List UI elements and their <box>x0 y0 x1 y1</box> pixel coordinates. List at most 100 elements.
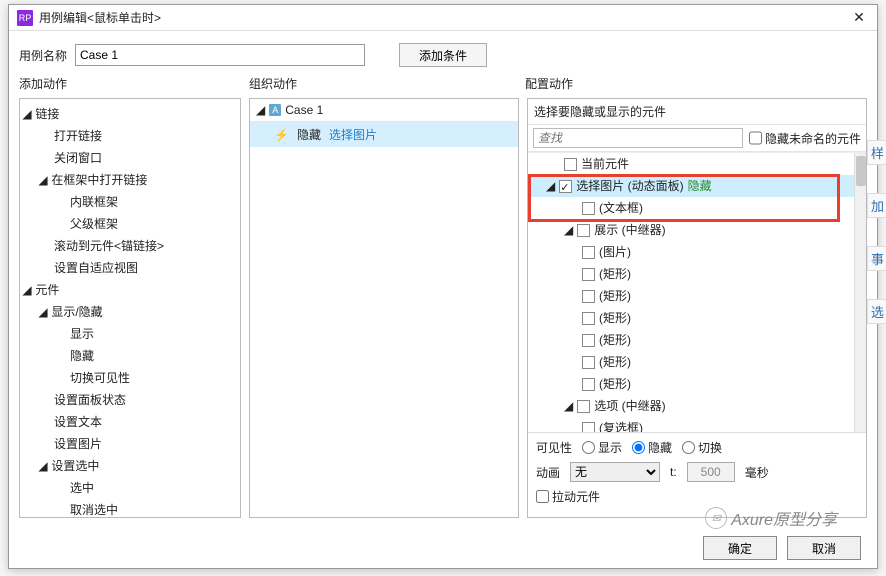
radio-toggle[interactable]: 切换 <box>682 439 722 456</box>
action-tree[interactable]: ◢ 链接 打开链接 关闭窗口 ◢ 在框架中打开链接 内联框架 父级框架 滚动到元… <box>20 99 240 518</box>
scrollbar[interactable] <box>854 153 866 432</box>
chevron-down-icon[interactable]: ◢ <box>22 103 32 125</box>
case-icon: A <box>269 104 281 116</box>
widget-row[interactable]: (矩形) <box>528 351 854 373</box>
tree-open-link[interactable]: 打开链接 <box>54 129 102 143</box>
tree-scroll-anchor[interactable]: 滚动到元件<锚链接> <box>54 239 164 253</box>
widget-checkbox[interactable] <box>582 356 595 369</box>
chevron-down-icon[interactable]: ◢ <box>38 301 48 323</box>
widget-checkbox[interactable] <box>582 312 595 325</box>
widget-checkbox[interactable] <box>582 290 595 303</box>
action-target: 选择图片 <box>329 126 377 143</box>
widget-row[interactable]: (文本框) <box>528 197 854 219</box>
section-organize: 组织动作 <box>249 75 525 92</box>
tree-toggle-vis[interactable]: 切换可见性 <box>70 371 130 385</box>
tree-panel-state[interactable]: 设置面板状态 <box>54 393 126 407</box>
animation-select[interactable]: 无 <box>570 462 660 482</box>
tree-show[interactable]: 显示 <box>70 327 94 341</box>
configure-panel: 选择要隐藏或显示的元件 隐藏未命名的元件 当前元件◢ 选择图片 (动态面板) 隐… <box>527 98 867 518</box>
widget-list[interactable]: 当前元件◢ 选择图片 (动态面板) 隐藏 (文本框)◢ 展示 (中继器) (图片… <box>528 153 854 432</box>
push-widgets-checkbox[interactable]: 拉动元件 <box>536 488 600 505</box>
animation-label: 动画 <box>536 464 560 481</box>
widget-checkbox[interactable] <box>559 180 572 193</box>
chevron-down-icon[interactable]: ◢ <box>546 175 555 197</box>
case-row[interactable]: ◢ A Case 1 <box>250 99 518 122</box>
chevron-down-icon[interactable]: ◢ <box>38 169 48 191</box>
widget-checkbox[interactable] <box>582 334 595 347</box>
widget-checkbox[interactable] <box>564 158 577 171</box>
widget-row[interactable]: ◢ 展示 (中继器) <box>528 219 854 241</box>
widget-row[interactable]: (矩形) <box>528 307 854 329</box>
widget-checkbox[interactable] <box>582 246 595 259</box>
search-row: 隐藏未命名的元件 <box>528 125 866 152</box>
widget-row[interactable]: (矩形) <box>528 285 854 307</box>
widget-label: (矩形) <box>599 373 631 395</box>
tree-hide[interactable]: 隐藏 <box>70 349 94 363</box>
options: 可见性 显示 隐藏 切换 动画 无 t: 毫秒 拉动元件 <box>528 432 866 517</box>
widget-row[interactable]: (矩形) <box>528 263 854 285</box>
case-name-row: 用例名称 添加条件 <box>9 31 877 75</box>
widget-row[interactable]: ◢ 选项 (中继器) <box>528 395 854 417</box>
radio-hide[interactable]: 隐藏 <box>632 439 672 456</box>
widget-row[interactable]: (图片) <box>528 241 854 263</box>
configure-header: 选择要隐藏或显示的元件 <box>528 99 866 125</box>
tree-set-text[interactable]: 设置文本 <box>54 415 102 429</box>
widget-row[interactable]: ◢ 选择图片 (动态面板) 隐藏 <box>528 175 854 197</box>
widget-checkbox[interactable] <box>582 422 595 433</box>
tree-adaptive-view[interactable]: 设置自适应视图 <box>54 261 138 275</box>
tree-widget[interactable]: 元件 <box>35 283 59 297</box>
chevron-down-icon[interactable]: ◢ <box>256 103 265 117</box>
section-configure: 配置动作 <box>525 75 867 92</box>
chevron-down-icon[interactable]: ◢ <box>22 279 32 301</box>
tree-link[interactable]: 链接 <box>35 107 59 121</box>
tree-show-hide[interactable]: 显示/隐藏 <box>51 305 102 319</box>
widget-label: 当前元件 <box>581 153 629 175</box>
tree-set-image[interactable]: 设置图片 <box>54 437 102 451</box>
case-editor-dialog: RP 用例编辑<鼠标单击时> ✕ 用例名称 添加条件 添加动作 组织动作 配置动… <box>8 4 878 569</box>
tree-close-window[interactable]: 关闭窗口 <box>54 151 102 165</box>
widget-row[interactable]: (矩形) <box>528 329 854 351</box>
ok-button[interactable]: 确定 <box>703 536 777 560</box>
widget-checkbox[interactable] <box>582 378 595 391</box>
tree-set-selected[interactable]: 设置选中 <box>51 459 99 473</box>
widget-label: (矩形) <box>599 263 631 285</box>
t-label: t: <box>670 465 677 479</box>
widget-label: 选择图片 (动态面板) <box>576 175 683 197</box>
add-condition-button[interactable]: 添加条件 <box>399 43 487 67</box>
widget-label: (矩形) <box>599 285 631 307</box>
duration-input[interactable] <box>687 462 735 482</box>
widget-row[interactable]: (矩形) <box>528 373 854 395</box>
widget-row[interactable]: (复选框) <box>528 417 854 432</box>
section-add-action: 添加动作 <box>19 75 249 92</box>
widget-label: 展示 (中继器) <box>594 219 665 241</box>
action-row[interactable]: ⚡ 隐藏 选择图片 <box>250 122 518 147</box>
widget-state: 隐藏 <box>688 175 712 197</box>
tree-select[interactable]: 选中 <box>70 481 94 495</box>
case-name-input[interactable] <box>75 44 365 66</box>
dialog-title: 用例编辑<鼠标单击时> <box>39 9 843 26</box>
chevron-down-icon[interactable]: ◢ <box>38 455 48 477</box>
ms-label: 毫秒 <box>745 464 769 481</box>
chevron-down-icon[interactable]: ◢ <box>564 395 573 417</box>
search-input[interactable] <box>533 128 743 148</box>
radio-show[interactable]: 显示 <box>582 439 622 456</box>
widget-checkbox[interactable] <box>577 224 590 237</box>
tree-parent-frame[interactable]: 父级框架 <box>70 217 118 231</box>
action-name: 隐藏 <box>297 126 321 143</box>
close-icon[interactable]: ✕ <box>843 9 875 26</box>
tree-inline-frame[interactable]: 内联框架 <box>70 195 118 209</box>
widget-checkbox[interactable] <box>582 268 595 281</box>
organize-panel: ◢ A Case 1 ⚡ 隐藏 选择图片 <box>249 98 519 518</box>
widget-checkbox[interactable] <box>577 400 590 413</box>
widget-row[interactable]: 当前元件 <box>528 153 854 175</box>
chevron-down-icon[interactable]: ◢ <box>564 219 573 241</box>
section-headers: 添加动作 组织动作 配置动作 <box>9 75 877 98</box>
scrollbar-thumb[interactable] <box>856 156 866 186</box>
widget-label: (文本框) <box>599 197 643 219</box>
lightning-icon: ⚡ <box>274 128 289 142</box>
tree-open-in-frame[interactable]: 在框架中打开链接 <box>51 173 147 187</box>
tree-unselect[interactable]: 取消选中 <box>70 503 118 517</box>
widget-checkbox[interactable] <box>582 202 595 215</box>
cancel-button[interactable]: 取消 <box>787 536 861 560</box>
hide-unnamed-checkbox[interactable]: 隐藏未命名的元件 <box>749 128 861 148</box>
